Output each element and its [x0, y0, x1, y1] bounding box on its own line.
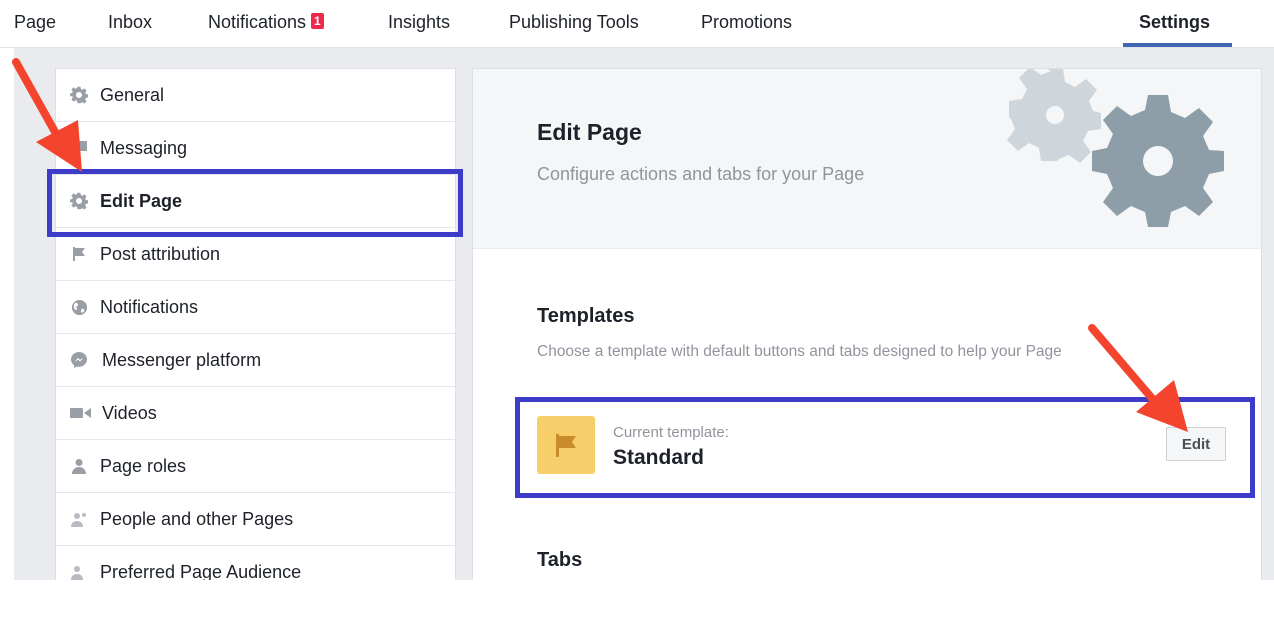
arrow-icon	[1088, 324, 1188, 432]
sidebar-item-label: Notifications	[100, 297, 199, 317]
globe-icon	[70, 298, 88, 316]
page-subtitle: Configure actions and tabs for your Page	[537, 164, 865, 184]
sidebar-item-messaging[interactable]: Messaging	[56, 122, 455, 175]
sidebar-item-page-roles[interactable]: Page roles	[56, 440, 455, 493]
arrow-icon	[12, 58, 82, 172]
sidebar-item-label: Page roles	[100, 456, 187, 476]
panel-header: Edit Page Configure actions and tabs for…	[473, 69, 1261, 249]
sidebar-item-label: Preferred Page Audience	[100, 562, 302, 580]
sidebar-item-notifications[interactable]: Notifications	[56, 281, 455, 334]
gears-illustration-icon	[1007, 69, 1224, 227]
sidebar-item-label: Messenger platform	[102, 350, 262, 370]
messenger-icon	[70, 351, 88, 369]
sidebar-item-preferred-page-audience[interactable]: Preferred Page Audience	[56, 546, 455, 580]
nav-tab-notifications[interactable]: Notifications 1	[208, 12, 324, 33]
page-top-nav: Page Inbox Notifications 1 Insights Publi…	[0, 0, 1274, 48]
sidebar-item-label: Post attribution	[100, 244, 221, 264]
settings-sidebar: General Messaging Edit Page Post attribu…	[55, 68, 456, 580]
sidebar-item-label: Messaging	[100, 138, 188, 158]
nav-tab-promotions[interactable]: Promotions	[701, 12, 792, 33]
nav-tab-inbox[interactable]: Inbox	[108, 12, 152, 33]
templates-heading: Templates	[537, 305, 635, 327]
sidebar-item-videos[interactable]: Videos	[56, 387, 455, 440]
sidebar-item-label: General	[100, 85, 165, 105]
video-camera-icon	[70, 404, 92, 422]
highlight-box-edit-page	[47, 169, 463, 237]
flag-icon	[70, 245, 88, 263]
nav-tab-notifications-label: Notifications	[208, 12, 307, 32]
sidebar-item-people-and-other-pages[interactable]: People and other Pages	[56, 493, 455, 546]
people-icon	[70, 563, 88, 580]
person-icon	[70, 457, 88, 475]
nav-tab-page[interactable]: Page	[14, 12, 56, 33]
nav-tab-publishing-tools[interactable]: Publishing Tools	[509, 12, 639, 33]
sidebar-item-label: People and other Pages	[100, 509, 294, 529]
templates-description: Choose a template with default buttons a…	[537, 343, 1062, 360]
tabs-heading: Tabs	[537, 549, 583, 571]
people-icon	[70, 510, 88, 528]
sidebar-item-messenger-platform[interactable]: Messenger platform	[56, 334, 455, 387]
active-tab-indicator	[1123, 43, 1232, 47]
sidebar-item-label: Videos	[102, 403, 157, 423]
nav-tab-settings[interactable]: Settings	[1139, 12, 1210, 33]
notification-count-badge: 1	[311, 13, 324, 29]
sidebar-item-general[interactable]: General	[56, 69, 455, 122]
page-title: Edit Page	[537, 119, 642, 145]
nav-tab-insights[interactable]: Insights	[388, 12, 450, 33]
